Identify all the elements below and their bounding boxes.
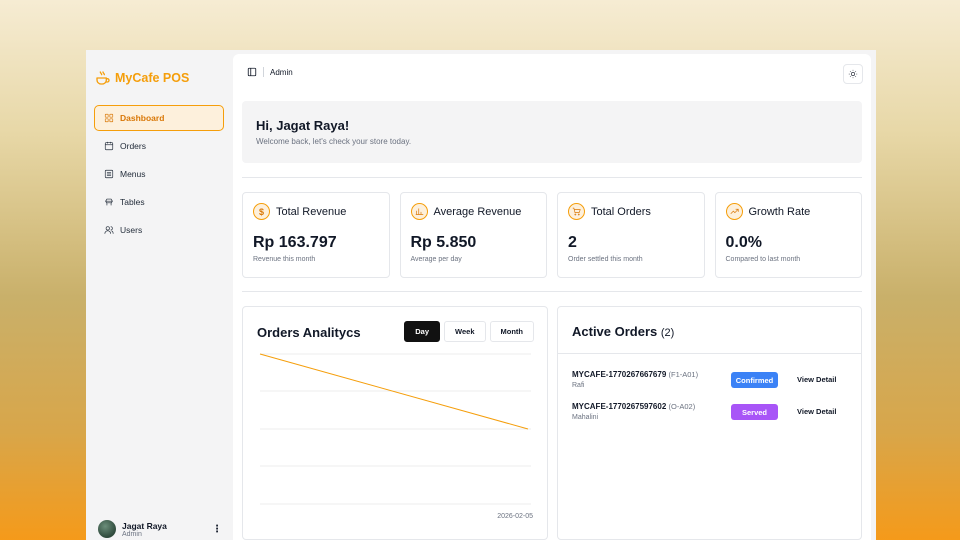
active-orders-title: Active Orders (2) <box>572 324 674 339</box>
section-divider <box>242 291 862 292</box>
stat-title: Growth Rate <box>748 205 811 218</box>
sidebar-toggle-icon[interactable] <box>247 67 257 77</box>
chart-title: Orders Analitycs <box>257 325 361 340</box>
user-profile[interactable]: Jagat Raya Admin ⋮ <box>98 518 222 540</box>
orders-analytics-card: 2026-02-05 Orders Analitycs Day Week Mon… <box>242 306 548 540</box>
stat-value: 2 <box>568 234 577 251</box>
avatar <box>98 520 116 538</box>
user-info: Jagat Raya Admin <box>122 521 167 538</box>
stat-subtitle: Compared to last month <box>725 256 801 263</box>
users-icon <box>104 226 114 234</box>
order-table: (F1-A01) <box>668 370 699 379</box>
stat-value: 0.0% <box>725 234 762 251</box>
stat-card-average-revenue: Average Revenue Rp 5.850 Average per day <box>399 192 547 278</box>
stat-card-total-orders: Total Orders 2 Order settled this month <box>557 192 705 278</box>
brand-name: MyCafe POS <box>115 71 190 85</box>
range-month-button[interactable]: Month <box>489 321 534 342</box>
list-item: MYCAFE-1770267597602 (O-A02) Mahalini Se… <box>572 402 852 430</box>
status-badge: Confirmed <box>731 372 778 388</box>
range-week-button[interactable]: Week <box>444 321 486 342</box>
sidebar-item-label: Orders <box>120 141 146 151</box>
more-vertical-icon[interactable]: ⋮ <box>212 524 222 535</box>
stat-title: Average Revenue <box>433 205 522 218</box>
stat-title: Total Revenue <box>276 205 347 218</box>
active-orders-count: (2) <box>660 327 675 339</box>
theme-toggle-button[interactable] <box>843 64 863 84</box>
view-detail-button[interactable]: View Detail <box>797 407 836 416</box>
sun-icon <box>848 69 858 79</box>
stat-value: Rp 163.797 <box>253 234 337 251</box>
topbar-separator <box>263 67 264 77</box>
sidebar-item-users[interactable]: Users <box>94 217 224 243</box>
welcome-subtitle: Welcome back, let's check your store tod… <box>256 137 412 146</box>
dashboard-icon <box>104 113 114 123</box>
dollar-icon: $ <box>253 203 270 220</box>
sidebar-item-label: Users <box>120 225 143 235</box>
status-badge: Served <box>731 404 778 420</box>
stat-subtitle: Revenue this month <box>253 256 316 263</box>
sidebar-nav: Dashboard Orders Menus Tables Users <box>94 105 224 245</box>
sidebar-item-label: Dashboard <box>120 113 165 123</box>
topbar: Admin <box>233 54 871 90</box>
sidebar-item-label: Menus <box>120 169 146 179</box>
range-day-button[interactable]: Day <box>404 321 441 342</box>
cart-icon <box>568 203 585 220</box>
view-detail-button[interactable]: View Detail <box>797 375 836 384</box>
active-orders-card: Active Orders (2) MYCAFE-1770267667679 (… <box>557 306 862 540</box>
orders-icon <box>104 141 114 151</box>
main-content: Admin Hi, Jagat Raya! Welcome back, let'… <box>233 54 871 540</box>
section-divider <box>242 177 862 178</box>
x-axis-tick-label: 2026-02-05 <box>497 513 533 520</box>
sidebar: MyCafe POS Dashboard Orders Menus Tables <box>86 50 232 540</box>
trending-up-icon <box>725 203 743 220</box>
order-table: (O-A02) <box>668 402 696 411</box>
orders-divider <box>558 353 861 354</box>
sidebar-item-tables[interactable]: Tables <box>94 189 224 215</box>
order-id: MYCAFE-1770267667679 <box>572 370 667 379</box>
user-name: Jagat Raya <box>122 520 167 531</box>
sidebar-item-orders[interactable]: Orders <box>94 133 224 159</box>
app-window: MyCafe POS Dashboard Orders Menus Tables <box>86 50 876 540</box>
stat-value: Rp 5.850 <box>410 234 477 251</box>
user-role: Admin <box>122 530 142 538</box>
order-id: MYCAFE-1770267597602 <box>572 402 667 411</box>
welcome-title: Hi, Jagat Raya! <box>256 118 350 133</box>
sidebar-item-dashboard[interactable]: Dashboard <box>94 105 224 131</box>
welcome-banner: Hi, Jagat Raya! Welcome back, let's chec… <box>242 101 862 163</box>
brand-logo[interactable]: MyCafe POS <box>95 70 189 86</box>
stat-card-total-revenue: $ Total Revenue Rp 163.797 Revenue this … <box>242 192 390 278</box>
menus-icon <box>104 169 114 179</box>
stat-title: Total Orders <box>591 205 651 218</box>
stat-subtitle: Average per day <box>410 256 462 263</box>
list-item: MYCAFE-1770267667679 (F1-A01) Rafi Confi… <box>572 370 852 398</box>
sidebar-item-label: Tables <box>120 197 145 207</box>
breadcrumb[interactable]: Admin <box>270 68 293 77</box>
sidebar-item-menus[interactable]: Menus <box>94 161 224 187</box>
coffee-cup-icon <box>96 71 110 85</box>
bar-chart-icon <box>410 203 428 220</box>
active-orders-heading: Active Orders <box>572 324 658 339</box>
range-selector: Day Week Month <box>404 321 534 342</box>
stats-row: $ Total Revenue Rp 163.797 Revenue this … <box>242 192 862 278</box>
stat-subtitle: Order settled this month <box>568 256 643 263</box>
stat-card-growth-rate: Growth Rate 0.0% Compared to last month <box>714 192 862 278</box>
tables-icon <box>105 198 113 206</box>
